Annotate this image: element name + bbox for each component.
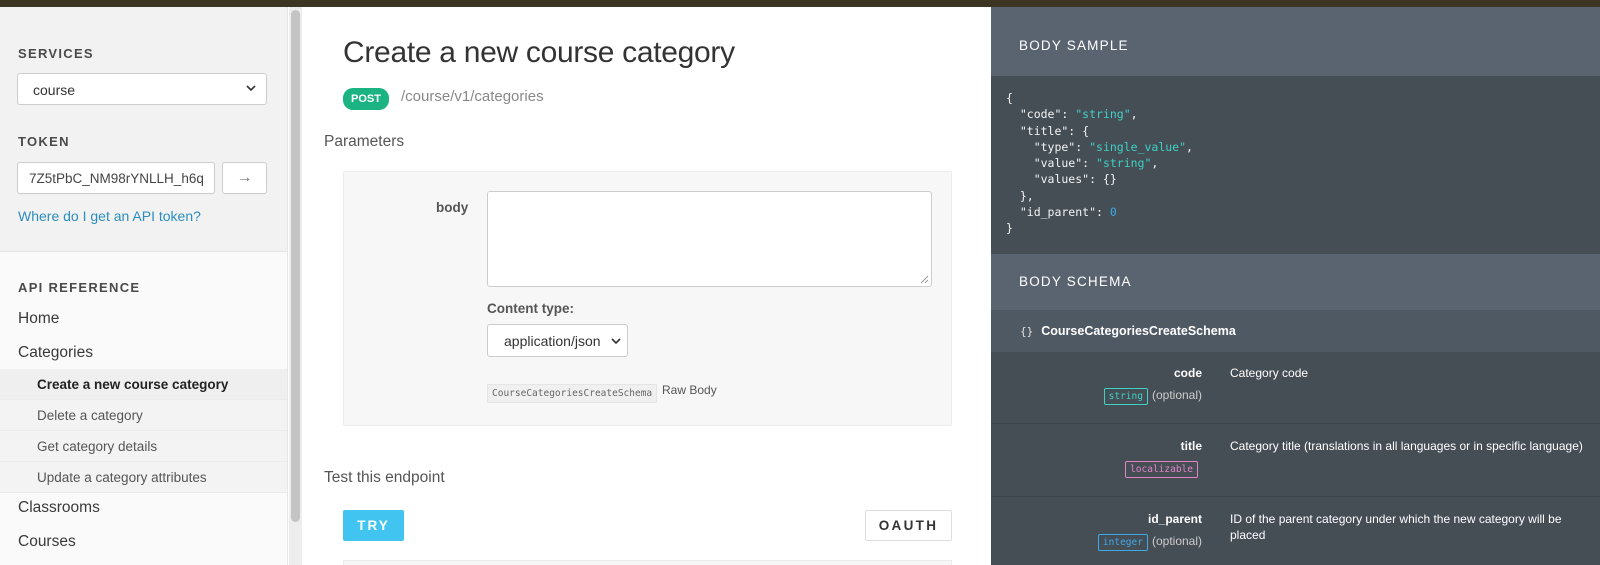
schema-field-title: title localizable Category title (transl… [991,425,1600,497]
body-schema-heading: BODY SCHEMA [991,254,1600,310]
token-submit-button[interactable]: → [222,162,267,194]
main-content: Create a new course category POST /cours… [304,7,991,565]
body-sample-heading: BODY SAMPLE [991,7,1600,76]
field-name: id_parent [1147,512,1202,526]
resize-handle-icon[interactable] [920,275,929,284]
field-type: localizable [1125,461,1202,478]
code-key: }, [1006,188,1034,203]
code-key: "code": [1006,107,1076,122]
code-line: "title": { [1006,123,1193,139]
code-key: "value": [1006,156,1097,171]
code-line: } [1006,220,1193,236]
schema-field-code: code string (optional) Category code [991,352,1600,424]
schema-name-row[interactable]: {} CourseCategoriesCreateSchema [991,310,1600,352]
body-label: body [436,200,469,215]
service-select[interactable]: course [17,73,267,105]
type-badge: localizable [1125,461,1198,478]
top-accent-bar [0,0,1600,7]
code-value: "string" [1075,107,1131,122]
code-value: 0 [1109,205,1117,220]
endpoint-path: /course/v1/categories [401,88,544,105]
nav-sub-update-category[interactable]: Update a category attributes [0,462,287,493]
field-description: Category title (translations in all lang… [1230,439,1583,453]
code-key: "values": {} [1006,172,1117,187]
parameters-heading: Parameters [324,133,405,150]
api-reference-label: API REFERENCE [18,280,141,295]
parameters-panel: body Content type: application/json Cour… [343,171,952,426]
chevron-down-icon [611,338,621,345]
services-label: SERVICES [18,46,94,61]
nav-item-courses[interactable]: Courses [18,533,76,551]
code-key: "id_parent": [1006,205,1110,220]
code-value: "string" [1096,156,1152,171]
page-title: Create a new course category [343,36,735,69]
code-punct: , [1151,156,1159,171]
code-key: "title": { [1006,123,1090,138]
body-sample-code: { "code": "string", "title": { "type": "… [1006,90,1193,237]
code-punct: , [1130,107,1138,122]
raw-body-tab[interactable]: Raw Body [662,383,717,397]
content-type-label: Content type: [487,301,574,316]
method-badge: POST [343,88,389,110]
nav-item-classrooms[interactable]: Classrooms [18,499,100,517]
code-line: "type": "single_value", [1006,139,1193,155]
object-icon: {} [1020,325,1034,338]
arrow-right-icon: → [236,169,253,186]
code-value: "single_value" [1089,139,1187,154]
code-line: { [1006,90,1193,106]
token-label: TOKEN [18,134,70,149]
type-badge: string [1103,388,1148,405]
chevron-down-icon [246,85,256,92]
field-optional: (optional) [1151,388,1202,402]
code-key: "type": [1006,139,1090,154]
sidebar: SERVICES course TOKEN 7Z5tPbC_NM98rYNLLH… [0,7,288,565]
right-panel: BODY SAMPLE { "code": "string", "title":… [991,7,1600,565]
field-description: Category code [1230,366,1309,380]
oauth-button[interactable]: OAUTH [865,510,952,541]
content-type-select[interactable]: application/json [487,324,628,357]
schema-field-id-parent: id_parent integer (optional) ID of the pa… [991,498,1600,565]
nav-sub-create-category[interactable]: Create a new course category [0,369,287,400]
field-name: title [1180,439,1202,453]
nav-item-categories[interactable]: Categories [18,344,93,362]
field-type: string (optional) [1103,388,1202,405]
type-badge: integer [1097,534,1148,551]
nav-sub-get-category[interactable]: Get category details [0,431,287,462]
schema-name: CourseCategoriesCreateSchema [1041,324,1236,338]
sidebar-scrollbar[interactable] [291,10,300,522]
test-endpoint-heading: Test this endpoint [324,469,445,486]
nav-item-home[interactable]: Home [18,310,59,328]
api-token-help-link[interactable]: Where do I get an API token? [18,208,201,224]
field-description: ID of the parent category under which th… [1230,512,1562,542]
try-button[interactable]: TRY [343,510,404,541]
code-line: "values": {} [1006,171,1193,187]
code-line: "value": "string", [1006,155,1193,171]
nav-sub-delete-category[interactable]: Delete a category [0,400,287,431]
code-line: "code": "string", [1006,106,1193,122]
code-key: { [1006,91,1013,105]
content-type-value: application/json [504,333,601,349]
code-line: }, [1006,188,1193,204]
response-panel [343,560,952,565]
field-optional: (optional) [1151,534,1202,548]
field-name: code [1173,366,1202,380]
schema-tab[interactable]: CourseCategoriesCreateSchema [487,384,658,403]
code-line: "id_parent": 0 [1006,204,1193,220]
token-input[interactable]: 7Z5tPbC_NM98rYNLLH_h6q [17,162,215,194]
service-select-value: course [33,82,76,98]
body-textarea[interactable] [487,191,932,287]
code-key: } [1006,221,1013,236]
code-punct: , [1186,139,1193,154]
field-type: integer (optional) [1097,534,1202,551]
